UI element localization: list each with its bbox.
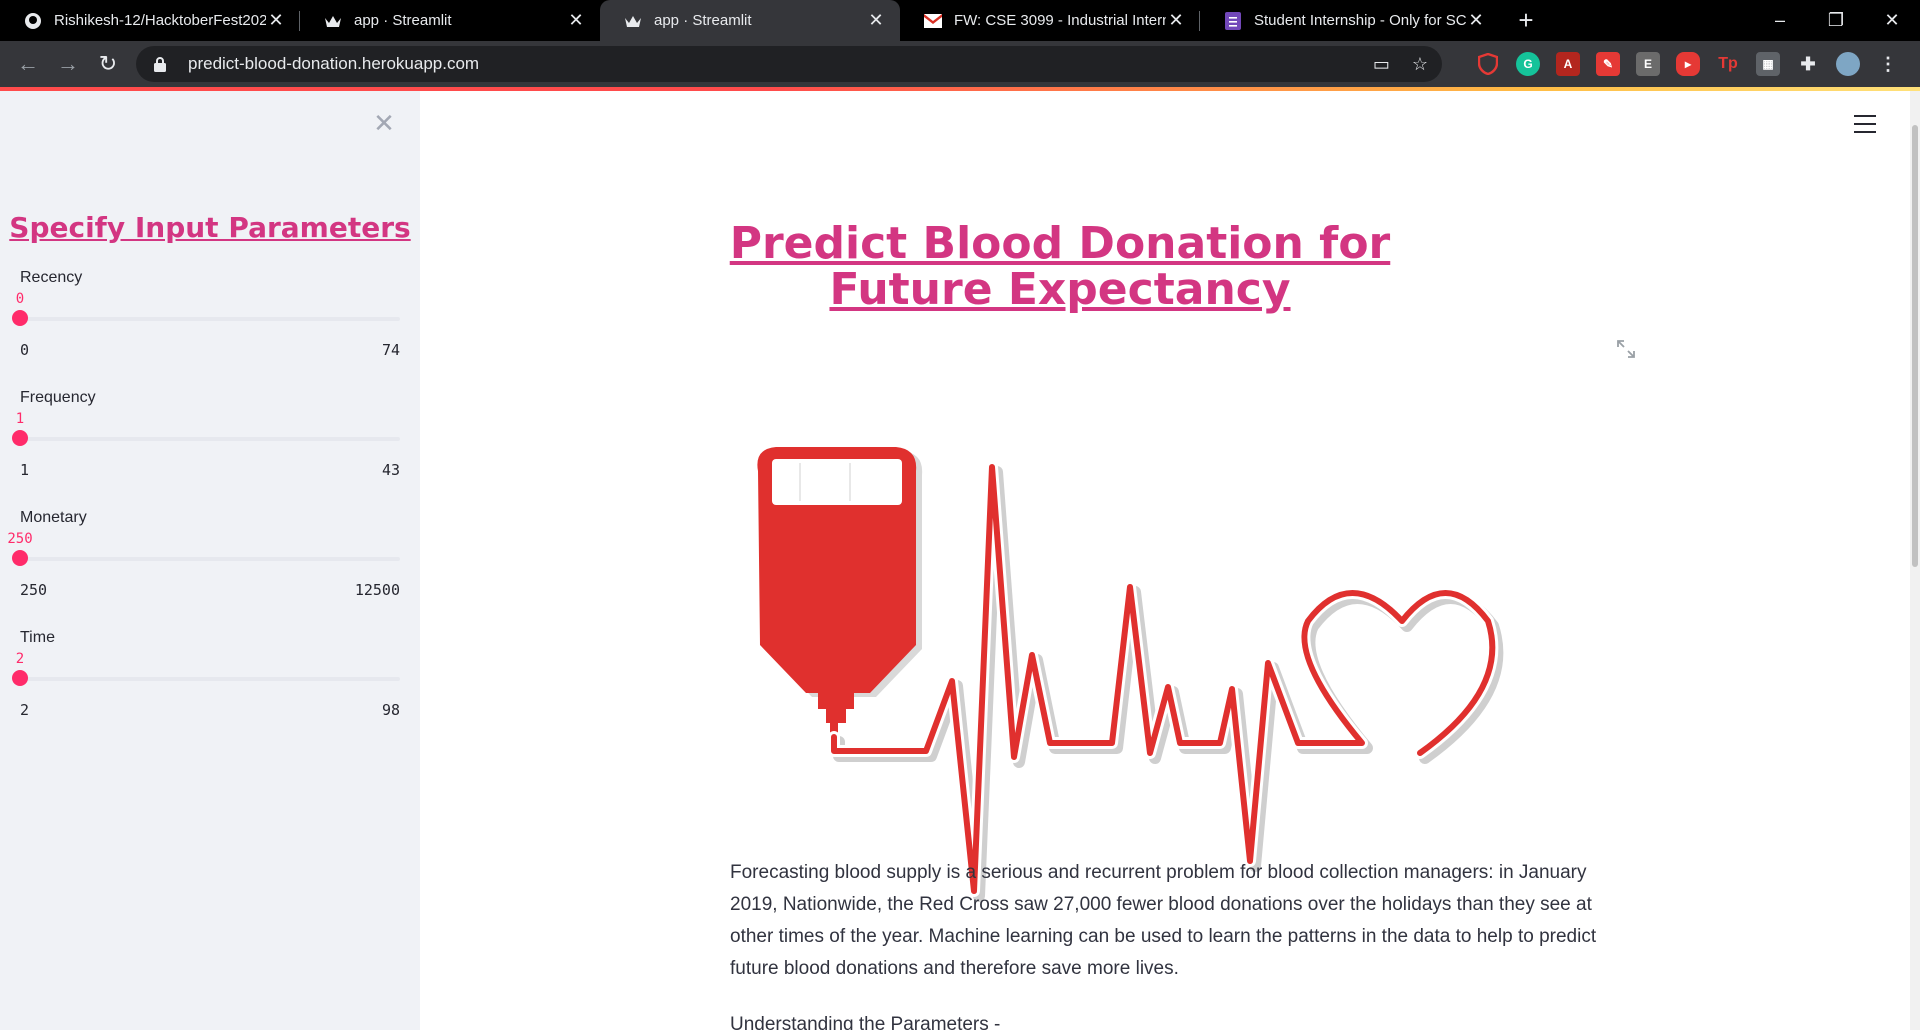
browser-tab[interactable]: Student Internship - Only for SCOPE ✕ — [1200, 0, 1500, 41]
blood-bag-icon — [757, 447, 923, 737]
close-window-icon[interactable]: ✕ — [1864, 0, 1920, 41]
close-icon[interactable]: ✕ — [1466, 10, 1486, 31]
intro-paragraph: Forecasting blood supply is a serious an… — [730, 862, 1597, 979]
close-icon[interactable]: ✕ — [266, 10, 286, 31]
sidebar: ✕ Specify Input Parameters Recency 0 0 7… — [0, 91, 420, 1030]
slider-min: 0 — [20, 341, 30, 359]
tab-title: app · Streamlit — [354, 12, 452, 29]
slider-track[interactable] — [12, 670, 400, 686]
restore-icon[interactable]: ❐ — [1808, 0, 1864, 41]
browser-tab[interactable]: Rishikesh-12/HacktoberFest2020 ✕ — [0, 0, 300, 41]
puzzle-extensions-icon[interactable]: ✚ — [1796, 52, 1820, 76]
parameters-subheading: Understanding the Parameters - — [730, 1014, 1001, 1030]
lock-icon — [154, 56, 170, 72]
slider-min: 1 — [20, 461, 30, 479]
tab-title: app · Streamlit — [654, 12, 752, 29]
slider-monetary: Monetary 250 250 12500 — [7, 509, 400, 609]
slider-label: Recency — [20, 269, 83, 286]
bookmark-star-icon[interactable]: ☆ — [1412, 54, 1428, 75]
browser-tab[interactable]: FW: CSE 3099 - Industrial Internship ✕ — [900, 0, 1200, 41]
streamlit-crown-icon — [624, 12, 642, 30]
slider-thumb[interactable] — [12, 310, 28, 326]
browser-toolbar: ← → ↻ predict-blood-donation.herokuapp.c… — [0, 41, 1920, 87]
reload-icon[interactable]: ↻ — [88, 44, 128, 84]
shield-extension-icon[interactable] — [1476, 52, 1500, 76]
slider-max: 74 — [381, 341, 400, 359]
grammarly-icon[interactable]: G — [1516, 52, 1540, 76]
blood-donation-heartbeat-image — [757, 447, 1504, 902]
calendar-extension-icon[interactable]: ▦ — [1756, 52, 1780, 76]
more-menu-icon[interactable]: ⋮ — [1876, 52, 1900, 76]
slider-label: Monetary — [20, 509, 87, 526]
browser-tab[interactable]: app · Streamlit ✕ — [300, 0, 600, 41]
tab-title: FW: CSE 3099 - Industrial Internship — [954, 12, 1166, 29]
browser-tab-active[interactable]: app · Streamlit ✕ — [600, 0, 900, 41]
slider-thumb[interactable] — [12, 430, 28, 446]
tab-title: Student Internship - Only for SCOPE — [1254, 12, 1466, 29]
tab-title: Rishikesh-12/HacktoberFest2020 — [54, 12, 266, 29]
scrollbar-thumb[interactable] — [1912, 125, 1918, 567]
back-arrow-icon[interactable]: ← — [8, 44, 48, 84]
slider-label: Time — [20, 629, 55, 646]
slider-current-value: 250 — [7, 531, 33, 547]
close-sidebar-icon[interactable]: ✕ — [372, 110, 396, 136]
fullscreen-expand-icon[interactable] — [1616, 339, 1636, 359]
slider-max: 12500 — [354, 581, 400, 599]
cast-icon[interactable]: ▭ — [1373, 54, 1390, 75]
gmail-icon — [924, 12, 942, 30]
tp-extension-icon[interactable]: Tp — [1716, 52, 1740, 76]
streamlit-crown-icon — [324, 12, 342, 30]
slider-label: Frequency — [20, 389, 96, 406]
slider-track[interactable] — [12, 430, 400, 446]
minimize-icon[interactable]: – — [1752, 0, 1808, 41]
sidebar-title: Specify Input Parameters — [9, 211, 411, 244]
slider-min: 2 — [20, 701, 30, 719]
avatar[interactable] — [1836, 52, 1860, 76]
main-content: Predict Blood Donation for Future Expect… — [420, 91, 1900, 1030]
window-controls: – ❐ ✕ — [1752, 0, 1920, 41]
page-title: Predict Blood Donation for Future Expect… — [729, 218, 1391, 315]
slider-current-value: 2 — [15, 651, 25, 667]
slider-thumb[interactable] — [12, 550, 28, 566]
slider-frequency: Frequency 1 1 43 — [12, 389, 400, 489]
slider-track[interactable] — [12, 310, 400, 326]
heartbeat-line — [828, 461, 1504, 902]
url-text: predict-blood-donation.herokuapp.com — [188, 54, 480, 73]
slider-track[interactable] — [12, 550, 400, 566]
close-icon[interactable]: ✕ — [1166, 10, 1186, 31]
close-icon[interactable]: ✕ — [866, 10, 886, 31]
hamburger-menu-icon[interactable] — [1854, 115, 1876, 133]
slider-current-value: 0 — [15, 291, 25, 307]
color-picker-icon[interactable]: ✎ — [1596, 52, 1620, 76]
pdf-icon[interactable]: A — [1556, 52, 1580, 76]
browser-tab-bar: Rishikesh-12/HacktoberFest2020 ✕ app · S… — [0, 0, 1920, 41]
new-tab-plus-icon[interactable]: + — [1506, 0, 1546, 41]
forward-arrow-icon[interactable]: → — [48, 44, 88, 84]
slider-thumb[interactable] — [12, 670, 28, 686]
slider-current-value: 1 — [15, 411, 25, 427]
video-extension-icon[interactable]: ▸ — [1676, 52, 1700, 76]
slider-min: 250 — [20, 581, 48, 599]
slider-recency: Recency 0 0 74 — [12, 269, 400, 369]
slider-time: Time 2 2 98 — [12, 629, 400, 729]
e-extension-icon[interactable]: E — [1636, 52, 1660, 76]
address-bar[interactable]: predict-blood-donation.herokuapp.com ▭ ☆ — [136, 46, 1442, 82]
close-icon[interactable]: ✕ — [566, 10, 586, 31]
slider-max: 43 — [381, 461, 400, 479]
forms-icon — [1224, 11, 1242, 30]
slider-max: 98 — [381, 701, 400, 719]
extensions-area: G A ✎ E ▸ Tp ▦ ✚ ⋮ — [1476, 41, 1900, 87]
scrollbar[interactable] — [1910, 91, 1920, 1030]
github-icon — [24, 12, 42, 30]
